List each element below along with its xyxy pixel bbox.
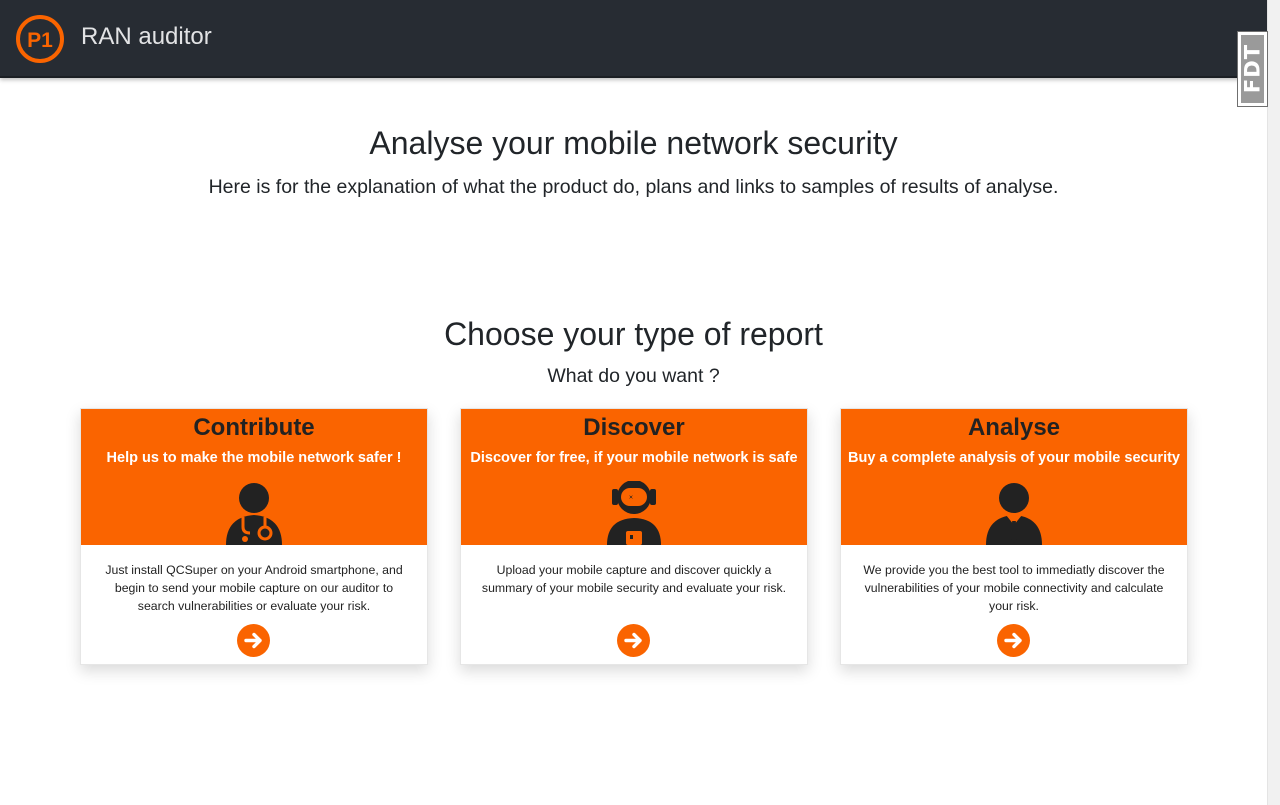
card-header: Discover Discover for free, if your mobi… <box>461 409 807 545</box>
fdt-tab-inner: FDT <box>1240 35 1265 103</box>
logo-text: P1 <box>27 29 53 52</box>
scrollbar-track[interactable] <box>1267 0 1280 805</box>
card-subtitle: Help us to make the mobile network safer… <box>106 450 402 466</box>
contribute-arrow-button[interactable] <box>237 624 270 657</box>
contribute-card[interactable]: Contribute Help us to make the mobile ne… <box>80 408 428 665</box>
arrow-right-icon <box>244 632 262 649</box>
fdt-side-tab[interactable]: FDT <box>1237 31 1268 107</box>
analyse-arrow-button[interactable] <box>997 624 1030 657</box>
discover-arrow-button[interactable] <box>617 624 650 657</box>
report-section-subtitle: What do you want ? <box>547 365 720 387</box>
card-header: Analyse Buy a complete analysis of your … <box>841 409 1187 545</box>
card-header: Contribute Help us to make the mobile ne… <box>81 409 427 545</box>
card-subtitle: Discover for free, if your mobile networ… <box>470 450 798 466</box>
doctor-user-icon <box>226 483 282 545</box>
card-title: Discover <box>583 414 685 441</box>
top-navbar: P1 RAN auditor <box>0 0 1267 78</box>
arrow-right-icon <box>1004 632 1022 649</box>
business-user-icon <box>986 483 1042 545</box>
fdt-tab-label: FDT <box>1240 43 1265 94</box>
analyse-card[interactable]: Analyse Buy a complete analysis of your … <box>840 408 1188 665</box>
p1-logo[interactable]: P1 <box>15 14 65 64</box>
card-description: We provide you the best tool to immediat… <box>863 563 1165 613</box>
hero-text: Here is for the explanation of what the … <box>208 176 1059 198</box>
brand-name[interactable]: RAN auditor <box>81 23 212 51</box>
arrow-right-icon <box>624 632 642 649</box>
astronaut-user-icon <box>607 481 661 545</box>
card-description: Upload your mobile capture and discover … <box>481 563 787 595</box>
card-description: Just install QCSuper on your Android sma… <box>105 563 403 613</box>
card-title: Contribute <box>193 414 315 441</box>
hero-title: Analyse your mobile network security <box>369 125 898 161</box>
report-section-title: Choose your type of report <box>444 316 823 352</box>
card-title: Analyse <box>967 414 1061 441</box>
discover-card[interactable]: Discover Discover for free, if your mobi… <box>460 408 808 665</box>
card-subtitle: Buy a complete analysis of your mobile s… <box>848 450 1180 466</box>
